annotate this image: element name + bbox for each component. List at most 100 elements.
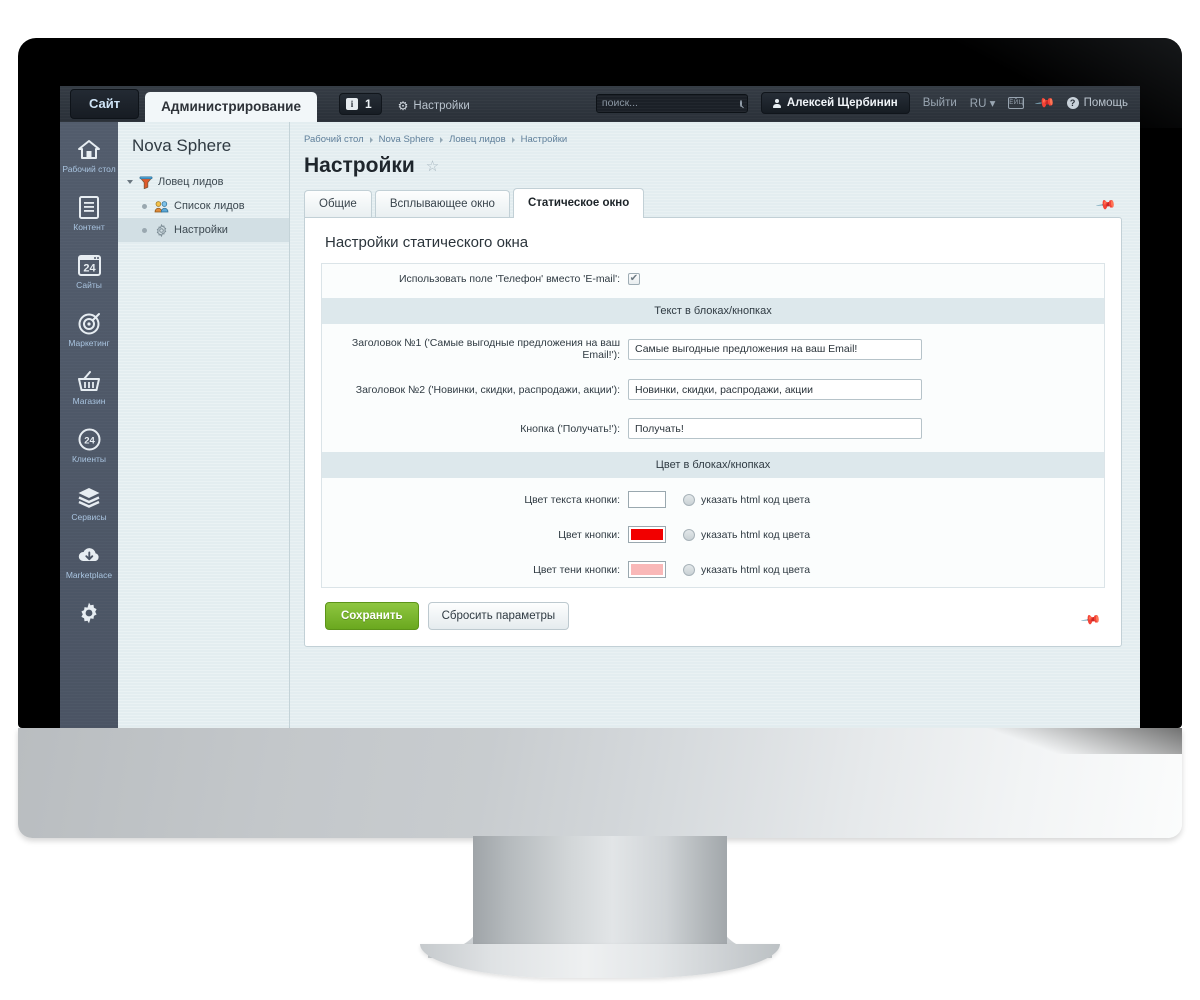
html-code-group-button: указать html код цвета xyxy=(683,528,810,541)
cloud-download-icon xyxy=(76,543,102,567)
svg-text:24: 24 xyxy=(83,263,96,275)
screen: Сайт Администрирование i 1 ⚙ Настройки А… xyxy=(60,86,1140,728)
monitor-chin xyxy=(18,728,1182,838)
rail-item-content[interactable]: Контент xyxy=(60,188,118,238)
tab-administration[interactable]: Администрирование xyxy=(145,92,317,122)
pin-icon[interactable]: 📌 xyxy=(1080,609,1102,632)
search-box[interactable] xyxy=(595,93,748,113)
language-label: RU xyxy=(969,98,987,110)
notifications-button[interactable]: i 1 xyxy=(338,93,382,115)
row-button-text: Кнопка ('Получать!'): xyxy=(322,409,1104,448)
rail-item-desktop[interactable]: Рабочий стол xyxy=(60,130,118,180)
tab-site[interactable]: Сайт xyxy=(70,89,140,119)
content-tabs: Общие Всплывающее окно Статическое окно … xyxy=(304,188,1122,218)
layers-icon xyxy=(76,485,102,509)
color-swatch-button-text[interactable] xyxy=(628,491,666,508)
chevron-down-icon[interactable] xyxy=(127,180,133,184)
funnel-icon xyxy=(138,175,153,189)
tab-static-window[interactable]: Статическое окно xyxy=(512,188,645,218)
topbar-right-group: Алексей Щербинин Выйти RU ▾ ЁЙЦ 📌 ? Помо… xyxy=(595,92,1140,115)
breadcrumb-item-3[interactable]: Настройки xyxy=(521,134,568,145)
title-row: Настройки ☆ xyxy=(304,154,1122,178)
page-title: Настройки xyxy=(304,154,415,177)
breadcrumb-separator xyxy=(440,136,444,143)
checkbox-html-code-button-text[interactable] xyxy=(683,493,695,506)
help-link[interactable]: ? Помощь xyxy=(1066,97,1128,109)
star-icon[interactable]: ☆ xyxy=(426,157,439,175)
checkbox-phone-instead-email[interactable] xyxy=(628,273,640,285)
label-button-shadow-color: Цвет тени кнопки: xyxy=(533,563,620,576)
breadcrumb-item-1[interactable]: Nova Sphere xyxy=(379,134,434,145)
module-title: Nova Sphere xyxy=(132,136,232,155)
rail-label-sites: Сайты xyxy=(76,280,102,290)
breadcrumb: Рабочий стол Nova Sphere Ловец лидов Нас… xyxy=(304,134,1122,145)
reset-button[interactable]: Сбросить параметры xyxy=(427,602,570,630)
input-heading-1[interactable] xyxy=(628,338,922,360)
tab-general[interactable]: Общие xyxy=(304,190,372,217)
rail-item-shop[interactable]: Магазин xyxy=(60,362,118,412)
rail-label-shop: Магазин xyxy=(72,396,106,406)
row-phone-instead-email: Использовать поле 'Телефон' вместо 'E-ma… xyxy=(322,264,1104,294)
section-heading-text: Текст в блоках/кнопках xyxy=(322,298,1104,324)
person-icon xyxy=(772,98,781,108)
notification-count: 1 xyxy=(364,97,372,111)
help-label: Помощь xyxy=(1083,97,1128,109)
chin-reflection xyxy=(972,728,1182,754)
rail-label-marketing: Маркетинг xyxy=(68,338,110,348)
logout-link[interactable]: Выйти xyxy=(923,97,957,109)
breadcrumb-item-0[interactable]: Рабочий стол xyxy=(304,134,364,145)
rail-label-clients: Клиенты xyxy=(71,454,107,464)
keyboard-icon[interactable]: ЁЙЦ xyxy=(1008,97,1025,109)
tree-item-lead-catcher[interactable]: Ловец лидов xyxy=(118,170,289,194)
tree-label-settings: Настройки xyxy=(174,224,228,236)
color-swatch-button-shadow[interactable] xyxy=(628,561,666,578)
rail-label-services: Сервисы xyxy=(71,512,107,522)
checkbox-html-code-button-shadow[interactable] xyxy=(683,563,695,576)
breadcrumb-item-2[interactable]: Ловец лидов xyxy=(449,134,506,145)
color-swatch-button[interactable] xyxy=(628,526,666,543)
html-code-group-button-text: указать html код цвета xyxy=(683,493,811,506)
pin-icon[interactable]: 📌 xyxy=(1034,92,1057,115)
rail-item-services[interactable]: Сервисы xyxy=(60,478,118,528)
language-selector[interactable]: RU ▾ xyxy=(970,96,996,110)
label-button-text: Кнопка ('Получать!'): xyxy=(520,422,620,435)
label-button-text-color: Цвет текста кнопки: xyxy=(524,493,620,506)
tree-item-settings[interactable]: Настройки xyxy=(118,218,289,242)
rail-item-settings[interactable] xyxy=(60,594,118,634)
tab-popup-window[interactable]: Всплывающее окно xyxy=(374,190,510,217)
row-button-color: Цвет кнопки: указать html код цвета xyxy=(322,517,1104,552)
row-heading-1: Заголовок №1 ('Самые выгодные предложени… xyxy=(322,328,1104,370)
keyboard-icon-text: ЁЙЦ xyxy=(1009,100,1024,106)
settings-form: Использовать поле 'Телефон' вместо 'E-ma… xyxy=(321,263,1105,588)
pin-icon[interactable]: 📌 xyxy=(1095,194,1117,217)
gear-small-icon xyxy=(154,223,169,237)
clients-24-icon: 24 xyxy=(76,427,102,451)
checkbox-html-code-button[interactable] xyxy=(683,528,695,541)
user-menu-button[interactable]: Алексей Щербинин xyxy=(760,92,910,114)
html-code-group-button-shadow: указать html код цвета xyxy=(683,563,811,576)
topbar-settings-link[interactable]: ⚙ Настройки xyxy=(398,99,470,113)
info-icon: i xyxy=(345,98,358,110)
rail-item-sites[interactable]: 24 Сайты xyxy=(60,246,118,296)
home-icon xyxy=(76,137,102,161)
rail-label-content: Контент xyxy=(73,222,105,232)
top-bar: Сайт Администрирование i 1 ⚙ Настройки А… xyxy=(60,86,1140,122)
label-button-color: Цвет кнопки: xyxy=(558,528,620,541)
rail-item-marketing[interactable]: Маркетинг xyxy=(60,304,118,354)
bullet-icon xyxy=(142,203,147,209)
search-input[interactable] xyxy=(601,97,737,109)
label-html-code-button-shadow: указать html код цвета xyxy=(701,563,811,576)
tree-item-lead-list[interactable]: Список лидов xyxy=(118,194,289,218)
color-fill xyxy=(631,564,663,575)
input-heading-2[interactable] xyxy=(628,379,922,400)
save-button[interactable]: Сохранить xyxy=(325,602,419,630)
label-html-code-button-text: указать html код цвета xyxy=(701,493,811,506)
input-button-text[interactable] xyxy=(628,418,922,439)
svg-text:24: 24 xyxy=(84,435,95,446)
tree-label-lead-catcher: Ловец лидов xyxy=(158,176,224,188)
gear-icon: ⚙ xyxy=(397,99,409,113)
rail-item-marketplace[interactable]: Marketplace xyxy=(60,536,118,586)
content-area: Рабочий стол Nova Sphere Ловец лидов Нас… xyxy=(290,122,1140,728)
search-icon[interactable] xyxy=(739,99,742,107)
rail-item-clients[interactable]: 24 Клиенты xyxy=(60,420,118,470)
